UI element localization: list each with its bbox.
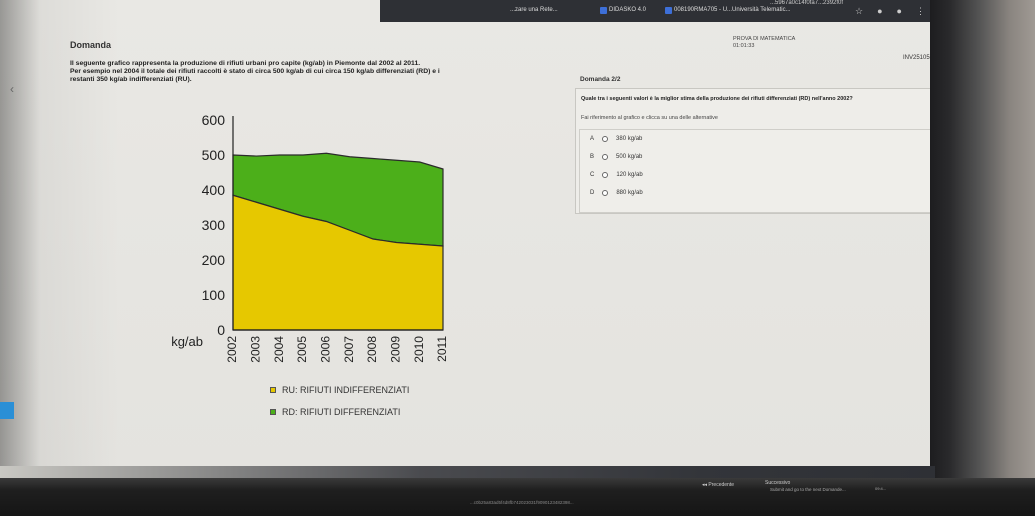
y-tick-label: 200 [202,252,226,268]
legend-swatch-rd [270,409,276,415]
radio-icon[interactable] [602,136,609,142]
x-tick-label: 2007 [342,336,356,363]
profile-icon[interactable]: ● [897,6,902,17]
x-tick-label: 2002 [225,336,239,363]
answer-panel: Domanda 2/2 Quale tra i seguenti valori … [575,60,933,215]
exam-title: PROVA DI MATEMATICA [733,36,796,42]
option-b[interactable]: B 500 kg/ab [590,154,642,160]
footer-url: ...c0b25a83ad5f4d8fb742023031f9090123482… [470,500,574,505]
site-favicon-icon [600,6,607,14]
panel-question: Quale tra i seguenti valori è la miglior… [581,96,853,102]
legend-swatch-ru [270,387,276,393]
option-a[interactable]: A 380 kg/ab [590,136,642,142]
x-tick-label: 2004 [272,336,286,363]
side-indicator [0,402,14,419]
options-list: A 380 kg/ab B 500 kg/ab C 120 kg/ab D 88… [579,129,931,213]
x-tick-label: 2010 [412,336,426,363]
browser-toolbar: ☆ ● ● ⋮ [855,6,925,17]
y-tick-label: 0 [217,322,225,338]
option-c[interactable]: C 120 kg/ab [590,172,643,178]
radio-icon[interactable] [602,172,609,178]
question-line-3: restanti 350 kg/ab indifferenziati (RU). [70,76,192,83]
legend-item-ru: RU: RIFIUTI INDIFFERENZIATI [270,385,409,395]
clock: 09:4... [875,486,887,491]
y-tick-label: 500 [202,147,226,163]
previous-button[interactable]: ◂◂ Precedente [702,482,734,488]
monitor-bezel-right [930,0,1035,516]
exam-header: PROVA DI MATEMATICA 01:01:33 [733,36,795,50]
monitor-screen: ...zare una Rete... DIDASKO 4.0 008190RM… [0,0,941,480]
x-tick-label: 2008 [365,336,379,363]
option-d[interactable]: D 880 kg/ab [590,190,643,196]
browser-tab-bar: ...zare una Rete... DIDASKO 4.0 008190RM… [380,0,935,22]
radio-icon[interactable] [602,190,609,196]
y-tick-label: 100 [202,287,226,303]
star-icon[interactable]: ☆ [855,6,863,17]
submit-button[interactable]: Submit and go to the next Domande... [770,487,846,492]
browser-tab-1[interactable]: ...zare una Rete... [510,4,558,16]
x-tick-label: 2006 [319,336,333,363]
x-tick-label: 2009 [389,336,403,363]
x-tick-label: 2005 [295,336,309,363]
panel-box: Quale tra i seguenti valori è la miglior… [575,88,933,214]
exam-timer: 01:01:33 [733,43,755,49]
question-line-2: Per esempio nel 2004 il totale dei rifiu… [70,68,440,75]
legend-item-rd: RD: RIFIUTI DIFFERENZIATI [270,407,409,417]
panel-title: Domanda 2/2 [580,76,621,83]
y-tick-label: 400 [202,182,226,198]
menu-icon[interactable]: ⋮ [916,6,925,17]
y-axis-label: kg/ab [171,334,203,349]
panel-hint: Fai riferimento al grafico e clicca su u… [581,115,718,121]
y-tick-label: 600 [202,112,226,128]
section-label: Domanda [70,40,112,50]
extension-icon[interactable]: ● [877,6,882,17]
question-text: Il seguente grafico rappresenta la produ… [70,60,580,84]
question-line-1: Il seguente grafico rappresenta la produ… [70,60,421,67]
site-favicon-icon [665,6,672,14]
radio-icon[interactable] [602,154,609,160]
back-arrow-icon[interactable]: ‹ [10,82,14,96]
next-button[interactable]: Successivo [765,480,790,486]
monitor-bezel-bottom [0,478,1035,516]
browser-tab-3[interactable]: 008190RMA705 - U... [665,4,732,16]
chart-svg: 0 100 200 300 400 500 600 kg/ab 2002 2003 2004 2005… [171,112,449,363]
stacked-area-chart: 0 100 200 300 400 500 600 kg/ab 2002 2003 2004 2005… [160,108,460,378]
chart-legend: RU: RIFIUTI INDIFFERENZIATI RD: RIFIUTI … [270,385,409,429]
browser-url-fragment: ...5967a0c14f0fa7...2392f0f [770,0,844,6]
y-tick-label: 300 [202,217,226,233]
browser-tab-2[interactable]: DIDASKO 4.0 [600,4,646,16]
x-tick-label: 2003 [249,336,263,363]
x-tick-label: 2011 [435,336,449,362]
